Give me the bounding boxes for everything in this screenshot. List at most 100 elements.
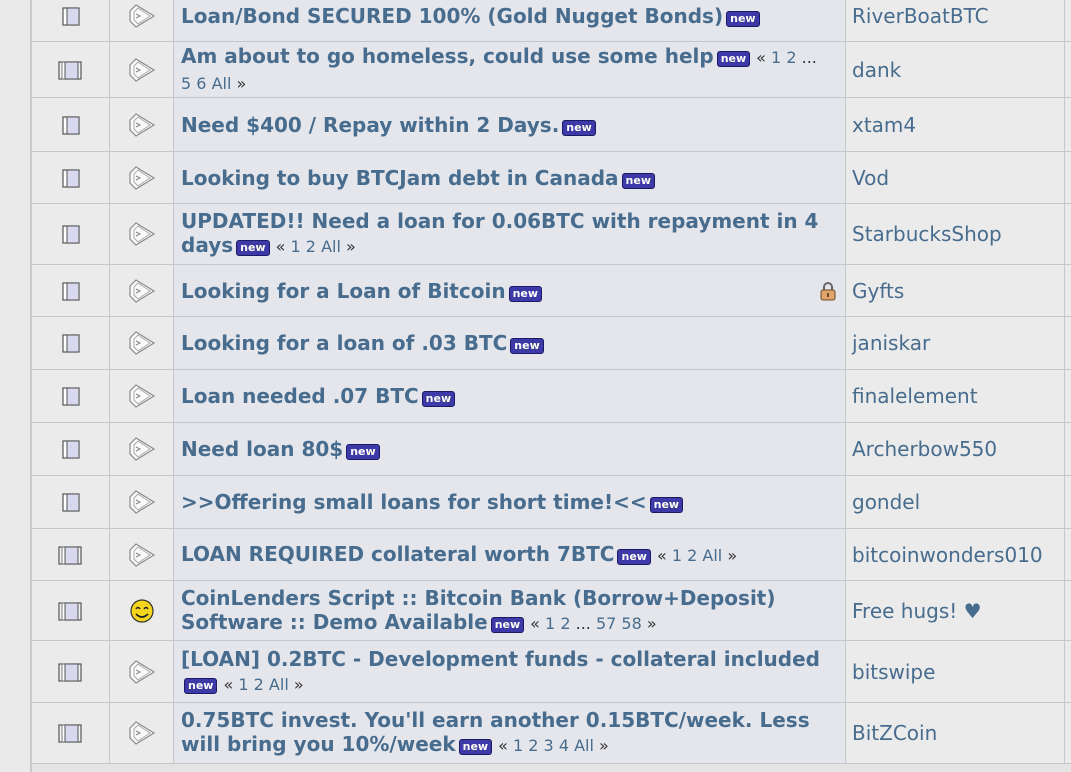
topic-title-link[interactable]: Am about to go homeless, could use some …: [181, 44, 714, 68]
message-icon-cell: [110, 370, 174, 422]
page-link[interactable]: 1: [238, 675, 248, 694]
xx-post-icon: [128, 659, 155, 684]
topic-row: Loan/Bond SECURED 100% (Gold Nugget Bond…: [32, 0, 1071, 42]
topic-title-link[interactable]: Loan/Bond SECURED 100% (Gold Nugget Bond…: [181, 4, 723, 28]
new-badge[interactable]: new: [621, 172, 655, 189]
message-icon-cell: [110, 423, 174, 475]
message-icon-cell: [110, 98, 174, 151]
topic-starter-link[interactable]: finalelement: [852, 384, 978, 408]
subject-cell: CoinLenders Script :: Bitcoin Bank (Borr…: [174, 581, 846, 640]
page-link[interactable]: All: [212, 74, 232, 93]
new-badge[interactable]: new: [617, 548, 651, 565]
page-link[interactable]: All: [269, 675, 289, 694]
new-badge[interactable]: new: [726, 10, 760, 27]
new-badge[interactable]: new: [716, 50, 751, 67]
message-icon-cell: [110, 0, 174, 41]
starter-cell: Vod: [846, 152, 1065, 203]
page-link[interactable]: 1: [545, 614, 555, 633]
xx-post-icon: [128, 721, 155, 745]
page-separator: ...: [801, 47, 817, 67]
new-badge[interactable]: new: [508, 285, 543, 302]
topic-starter-link[interactable]: RiverBoatBTC: [852, 4, 989, 28]
replies-cell: [1065, 152, 1071, 203]
topic-starter-link[interactable]: Archerbow550: [852, 437, 997, 461]
new-badge[interactable]: new: [510, 338, 544, 354]
topic-title-link[interactable]: >>Offering small loans for short time!<<: [181, 490, 647, 514]
topic-title-link[interactable]: Looking for a Loan of Bitcoin: [181, 279, 506, 303]
page-link[interactable]: 1: [291, 237, 301, 256]
new-badge[interactable]: new: [236, 240, 270, 256]
topic-row: Looking to buy BTCJam debt in Canada new …: [32, 152, 1071, 204]
page-link[interactable]: All: [321, 237, 341, 256]
page-separator: «: [275, 237, 286, 256]
new-badge[interactable]: new: [421, 391, 456, 407]
page-links: « 1 2 All »: [223, 675, 303, 694]
topic-title-link[interactable]: LOAN REQUIRED collateral worth 7BTC: [181, 542, 614, 566]
topic-title-link[interactable]: [LOAN] 0.2BTC - Development funds - coll…: [181, 647, 820, 671]
topic-starter-link[interactable]: Free hugs! ♥: [852, 599, 982, 623]
page-link[interactable]: 2: [306, 237, 316, 256]
hot-topic-icon: [57, 724, 82, 743]
page-link[interactable]: 1: [513, 736, 523, 755]
topic-title-link[interactable]: CoinLenders Script :: Bitcoin Bank (Borr…: [181, 586, 776, 634]
page-link[interactable]: All: [702, 546, 722, 565]
topic-list: Loan/Bond SECURED 100% (Gold Nugget Bond…: [32, 0, 1071, 764]
new-badge[interactable]: new: [346, 444, 380, 460]
lock-icon: [820, 281, 836, 300]
topic-status-cell: [32, 152, 110, 203]
message-icon-cell: [110, 476, 174, 528]
subject-cell: Looking to buy BTCJam debt in Canada new: [174, 152, 846, 203]
topic-title-link[interactable]: 0.75BTC invest. You'll earn another 0.15…: [181, 708, 810, 756]
topic-status-cell: [32, 423, 110, 475]
page-link[interactable]: 1: [672, 546, 682, 565]
topic-starter-link[interactable]: bitcoinwonders010: [852, 543, 1043, 567]
page-link[interactable]: 1: [771, 48, 781, 67]
new-badge[interactable]: new: [490, 616, 525, 633]
topic-starter-link[interactable]: Gyfts: [852, 279, 904, 303]
subject-cell: Looking for a loan of .03 BTC new: [174, 317, 846, 369]
page-link[interactable]: All: [574, 736, 594, 755]
page-separator: »: [236, 73, 247, 93]
new-badge[interactable]: new: [649, 497, 684, 513]
new-badge[interactable]: new: [562, 119, 596, 136]
topic-starter-link[interactable]: janiskar: [852, 331, 930, 355]
topic-starter-link[interactable]: StarbucksShop: [852, 222, 1002, 246]
message-icon-cell: [110, 581, 174, 640]
topic-status-cell: [32, 529, 110, 580]
subject-cell: Loan/Bond SECURED 100% (Gold Nugget Bond…: [174, 0, 846, 41]
page-link[interactable]: 2: [560, 614, 570, 633]
replies-cell: [1065, 581, 1071, 640]
xx-post-icon: [128, 222, 155, 246]
starter-cell: dank: [846, 42, 1065, 97]
topic-starter-link[interactable]: Vod: [852, 166, 889, 190]
page-link[interactable]: 2: [786, 48, 796, 67]
topic-starter-link[interactable]: BitZCoin: [852, 721, 937, 745]
page-link[interactable]: 58: [621, 614, 641, 633]
topic-title-link[interactable]: Need $400 / Repay within 2 Days.: [181, 113, 559, 137]
page-link[interactable]: 6: [196, 74, 206, 93]
page-link[interactable]: 5: [181, 74, 191, 93]
new-badge[interactable]: new: [458, 739, 493, 755]
page-link[interactable]: 2: [528, 736, 538, 755]
xx-post-icon: [128, 3, 155, 28]
topic-row: UPDATED!! Need a loan for 0.06BTC with r…: [32, 204, 1071, 265]
topic-title-link[interactable]: Loan needed .07 BTC: [181, 384, 419, 408]
page-link[interactable]: 3: [544, 736, 554, 755]
page-link[interactable]: 4: [559, 736, 569, 755]
topic-starter-link[interactable]: gondel: [852, 490, 920, 514]
topic-starter-link[interactable]: dank: [852, 58, 901, 82]
replies-cell: [1065, 42, 1071, 97]
page-link[interactable]: 57: [596, 614, 616, 633]
normal-topic-icon: [61, 440, 80, 459]
topic-title-link[interactable]: Looking to buy BTCJam debt in Canada: [181, 166, 619, 190]
topic-title-link[interactable]: Looking for a loan of .03 BTC: [181, 331, 507, 355]
page-link[interactable]: 2: [687, 546, 697, 565]
new-badge[interactable]: new: [184, 677, 218, 694]
topic-row: 0.75BTC invest. You'll earn another 0.15…: [32, 703, 1071, 764]
topic-starter-link[interactable]: xtam4: [852, 113, 916, 137]
page-link[interactable]: 2: [254, 675, 264, 694]
topic-status-cell: [32, 42, 110, 97]
topic-starter-link[interactable]: bitswipe: [852, 660, 935, 684]
starter-cell: RiverBoatBTC: [846, 0, 1065, 41]
topic-title-link[interactable]: Need loan 80$: [181, 437, 343, 461]
